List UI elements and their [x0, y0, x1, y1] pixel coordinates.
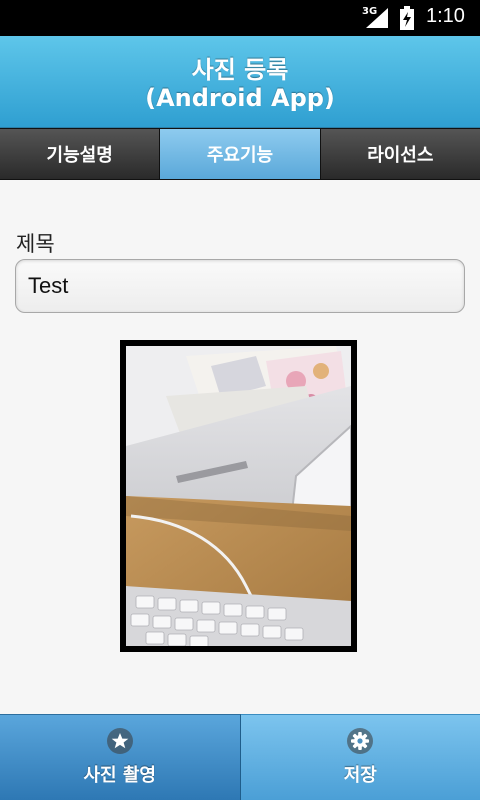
tab-bar: 기능설명 주요기능 라이선스: [0, 128, 480, 180]
title-label: 제목: [16, 232, 55, 256]
tab-features-description[interactable]: 기능설명: [0, 129, 161, 179]
photo-preview: [120, 340, 357, 652]
tab-license[interactable]: 라이선스: [320, 129, 480, 179]
page-subtitle: (Android App): [145, 84, 335, 112]
tab-main-features[interactable]: 주요기능: [160, 129, 321, 179]
star-icon: [106, 728, 133, 754]
page-title: 사진 등록: [191, 56, 289, 84]
title-input[interactable]: [15, 259, 465, 313]
save-button[interactable]: 저장: [240, 714, 480, 800]
save-label: 저장: [343, 765, 377, 786]
signal-icon: [366, 8, 388, 28]
photo-image: [126, 346, 351, 646]
capture-photo-button[interactable]: 사진 촬영: [0, 714, 241, 800]
status-bar: 3G 1:10: [0, 0, 480, 36]
bottom-action-bar: 사진 촬영 저장: [0, 714, 480, 800]
battery-icon: [400, 6, 414, 30]
gear-icon: [347, 728, 374, 754]
clock: 1:10: [426, 5, 465, 27]
capture-photo-label: 사진 촬영: [83, 765, 156, 786]
app-header: 사진 등록 (Android App): [0, 36, 480, 128]
